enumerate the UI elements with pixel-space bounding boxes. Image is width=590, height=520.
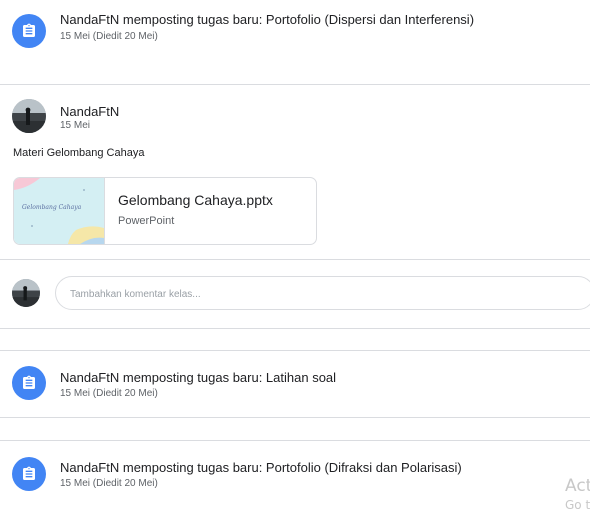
- current-user-avatar: [12, 279, 40, 307]
- task-title[interactable]: NandaFtN memposting tugas baru: Portofol…: [60, 12, 474, 27]
- divider: [0, 350, 590, 351]
- task-title[interactable]: NandaFtN memposting tugas baru: Portofol…: [60, 460, 462, 475]
- author-avatar: [12, 99, 46, 133]
- stream-task-item[interactable]: NandaFtN memposting tugas baru: Portofol…: [0, 447, 590, 497]
- attachment-name: Gelombang Cahaya.pptx: [118, 192, 273, 208]
- task-date: 15 Mei (Diedit 20 Mei): [60, 478, 158, 489]
- attachment-type: PowerPoint: [118, 215, 175, 227]
- divider: [0, 440, 590, 441]
- divider: [0, 259, 590, 260]
- stream-task-item[interactable]: NandaFtN memposting tugas baru: Latihan …: [0, 357, 590, 407]
- divider: [0, 328, 590, 329]
- attachment-card[interactable]: Gelombang Cahaya Gelombang Cahaya.pptx P…: [13, 177, 317, 245]
- activation-watermark-line2: Go t: [565, 498, 590, 512]
- comment-input[interactable]: [68, 277, 572, 311]
- assignment-icon: [12, 366, 46, 400]
- task-date: 15 Mei (Diedit 20 Mei): [60, 31, 158, 42]
- task-date: 15 Mei (Diedit 20 Mei): [60, 388, 158, 399]
- class-comment-field[interactable]: [55, 276, 590, 311]
- stream-task-item[interactable]: NandaFtN memposting tugas baru: Portofol…: [0, 6, 590, 56]
- activation-watermark-line1: Act: [565, 476, 590, 496]
- attachment-thumbnail: Gelombang Cahaya: [14, 178, 105, 244]
- post-text: Materi Gelombang Cahaya: [13, 147, 145, 159]
- post-date: 15 Mei: [60, 120, 91, 131]
- assignment-icon: [12, 14, 46, 48]
- post-author: NandaFtN: [60, 104, 120, 119]
- divider: [0, 417, 590, 418]
- assignment-icon: [12, 457, 46, 491]
- divider: [0, 84, 590, 85]
- task-title[interactable]: NandaFtN memposting tugas baru: Latihan …: [60, 370, 336, 385]
- thumbnail-caption: Gelombang Cahaya: [22, 204, 82, 211]
